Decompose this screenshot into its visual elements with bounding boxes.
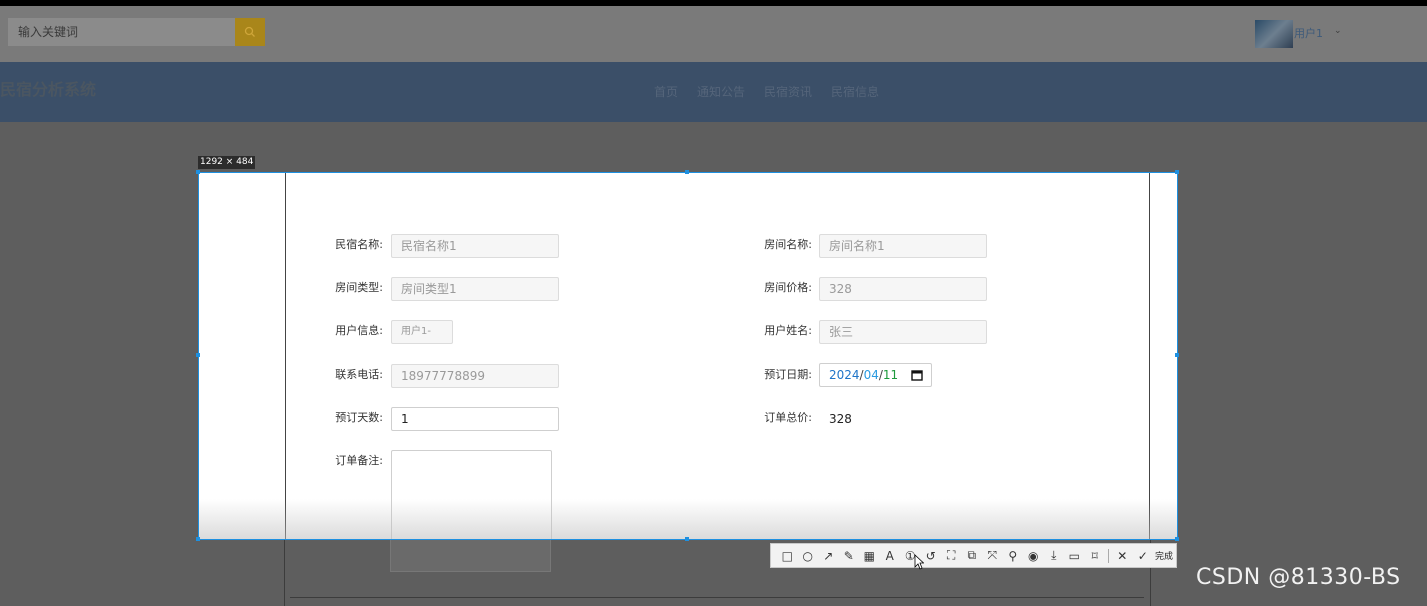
resize-handle-top[interactable] bbox=[685, 170, 689, 174]
nav-item-home[interactable]: 首页 bbox=[654, 83, 678, 100]
pencil-tool-icon[interactable]: ✎ bbox=[839, 546, 860, 566]
user-name-field: 张三 bbox=[819, 320, 987, 344]
resize-handle-bottom-right[interactable] bbox=[1175, 537, 1179, 541]
record-icon[interactable]: ◉ bbox=[1023, 546, 1044, 566]
main-navbar: 民宿分析系统 首页 通知公告 民宿资讯 民宿信息 bbox=[0, 62, 1427, 122]
site-title: 民宿分析系统 bbox=[0, 80, 97, 99]
date-day[interactable]: 11 bbox=[883, 368, 898, 382]
resize-handle-bottom[interactable] bbox=[685, 537, 689, 541]
rectangle-tool-icon[interactable]: □ bbox=[777, 546, 798, 566]
capture-size-label: 1292 × 484 bbox=[198, 156, 256, 169]
resize-handle-right[interactable] bbox=[1175, 353, 1179, 357]
mouse-cursor-icon bbox=[914, 554, 924, 570]
label-room-name: 房间名称: bbox=[764, 238, 812, 251]
room-name-field: 房间名称1 bbox=[819, 234, 987, 258]
phone-field: 18977778899 bbox=[391, 364, 559, 388]
label-room-price: 房间价格: bbox=[764, 281, 812, 294]
toolbar-divider bbox=[1108, 548, 1109, 563]
label-room-type: 房间类型: bbox=[335, 281, 383, 294]
order-total-value: 328 bbox=[829, 412, 852, 426]
pin-icon[interactable]: ⚲ bbox=[1003, 546, 1024, 566]
label-order-total: 订单总价: bbox=[764, 411, 812, 424]
divider bbox=[290, 597, 1144, 598]
search-icon bbox=[244, 26, 255, 37]
chevron-down-icon[interactable]: ⌄ bbox=[1334, 26, 1342, 36]
resize-handle-bottom-left[interactable] bbox=[196, 537, 200, 541]
label-homestay-name: 民宿名称: bbox=[335, 238, 383, 251]
nav-menu: 首页 通知公告 民宿资讯 民宿信息 bbox=[654, 83, 879, 100]
booking-date-input[interactable]: 2024/04/11 bbox=[819, 363, 932, 387]
date-month[interactable]: 04 bbox=[864, 368, 879, 382]
top-header: 输入关键词 用户1 ⌄ bbox=[0, 6, 1427, 62]
text-tool-icon[interactable]: A bbox=[880, 546, 901, 566]
capture-toolbar: □ ○ ↗ ✎ ▦ A ① ↺ ⛶ ⧉ ⤧ ⚲ ◉ ⤓ ▭ ⌑ ✕ ✓ 完成 bbox=[770, 543, 1177, 568]
resize-handle-top-left[interactable] bbox=[196, 170, 200, 174]
capture-bottom-fade bbox=[199, 499, 1177, 539]
nav-item-notices[interactable]: 通知公告 bbox=[697, 83, 745, 100]
date-year[interactable]: 2024 bbox=[829, 368, 860, 382]
search-button[interactable] bbox=[235, 18, 265, 46]
label-phone: 联系电话: bbox=[335, 368, 383, 381]
nav-item-news[interactable]: 民宿资讯 bbox=[764, 83, 812, 100]
watermark: CSDN @81330-BS bbox=[1196, 565, 1401, 590]
room-price-field: 328 bbox=[819, 277, 987, 301]
check-icon[interactable]: ✓ bbox=[1133, 546, 1154, 566]
ellipse-tool-icon[interactable]: ○ bbox=[798, 546, 819, 566]
search-input[interactable]: 输入关键词 bbox=[8, 18, 235, 46]
resize-handle-top-right[interactable] bbox=[1175, 170, 1179, 174]
bookmark-icon[interactable]: ⌑ bbox=[1085, 546, 1106, 566]
booking-days-input[interactable]: 1 bbox=[391, 407, 559, 431]
user-info-select[interactable]: 用户1- bbox=[391, 320, 453, 344]
homestay-name-field: 民宿名称1 bbox=[391, 234, 559, 258]
close-icon[interactable]: ✕ bbox=[1112, 546, 1133, 566]
avatar[interactable] bbox=[1255, 20, 1293, 48]
long-screenshot-icon[interactable]: ⤧ bbox=[982, 546, 1003, 566]
download-icon[interactable]: ⤓ bbox=[1044, 546, 1065, 566]
nav-item-homestay-info[interactable]: 民宿信息 bbox=[831, 83, 879, 100]
capture-region[interactable]: 民宿名称: 民宿名称1 房间名称: 房间名称1 房间类型: 房间类型1 房间价格… bbox=[198, 172, 1178, 540]
arrow-tool-icon[interactable]: ↗ bbox=[818, 546, 839, 566]
label-user-info: 用户信息: bbox=[335, 324, 383, 337]
room-type-field: 房间类型1 bbox=[391, 277, 559, 301]
username[interactable]: 用户1 bbox=[1294, 25, 1323, 41]
save-icon[interactable]: ▭ bbox=[1064, 546, 1085, 566]
label-booking-days: 预订天数: bbox=[335, 411, 383, 424]
resize-handle-left[interactable] bbox=[196, 353, 200, 357]
label-order-notes: 订单备注: bbox=[335, 454, 383, 467]
label-booking-date: 预订日期: bbox=[764, 368, 812, 381]
calendar-icon[interactable] bbox=[911, 369, 923, 381]
ocr-icon[interactable]: ⛶ bbox=[941, 546, 962, 566]
mosaic-tool-icon[interactable]: ▦ bbox=[859, 546, 880, 566]
label-user-name: 用户姓名: bbox=[764, 324, 812, 337]
done-button[interactable]: 完成 bbox=[1155, 549, 1173, 562]
translate-icon[interactable]: ⧉ bbox=[962, 546, 983, 566]
order-notes-textarea-overflow bbox=[390, 540, 551, 572]
